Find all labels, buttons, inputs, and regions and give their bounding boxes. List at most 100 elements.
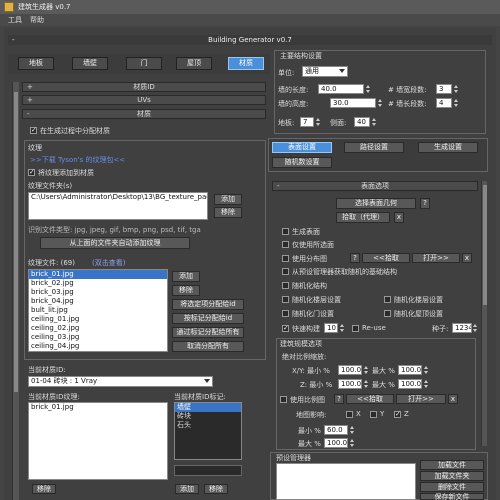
random-floor2-checkbox[interactable] — [384, 296, 391, 303]
fast-build-field[interactable]: 10 — [324, 323, 338, 333]
add-texture-checkbox[interactable] — [28, 168, 35, 176]
texture-remove-button[interactable]: 移除 — [32, 484, 56, 494]
use-ratio-checkbox[interactable] — [280, 396, 287, 403]
tab-generate-settings[interactable]: 生成设置 — [418, 142, 478, 153]
panel-collapse-icon[interactable]: - — [12, 35, 15, 45]
z-min-spinner[interactable] — [364, 380, 369, 388]
seed-spinner[interactable] — [473, 324, 478, 332]
map-clear-button[interactable]: x — [462, 253, 472, 263]
load-folder-button[interactable]: 加载文件夹 — [420, 471, 484, 481]
list-item[interactable]: ceiling_02.jpg — [29, 324, 167, 333]
height-segments-spinner[interactable] — [454, 99, 459, 107]
z-max-spinner[interactable] — [424, 380, 429, 388]
ratio-help-button[interactable]: ? — [334, 394, 344, 404]
list-item[interactable]: brick_04.jpg — [29, 297, 167, 306]
menu-tools[interactable]: 工具 — [8, 15, 22, 25]
wall-length-spinner[interactable] — [366, 85, 371, 93]
list-item[interactable]: ceiling_01.jpg — [29, 315, 167, 324]
sides-spinner[interactable] — [372, 118, 377, 126]
wall-length-field[interactable]: 40.0 — [318, 84, 364, 94]
wall-height-spinner[interactable] — [378, 99, 383, 107]
z-min-field[interactable]: 100.0 — [338, 379, 362, 389]
current-id-dropdown[interactable]: 01-04 砖块 : 1 Vray — [28, 376, 213, 387]
map-help-button[interactable]: ? — [350, 253, 360, 263]
fast-build-spinner[interactable] — [340, 324, 345, 332]
wall-segments-spinner[interactable] — [454, 85, 459, 93]
tab-door[interactable]: 门 — [126, 57, 162, 70]
xy-max-field[interactable]: 100.0 — [398, 365, 422, 375]
max-spinner[interactable] — [350, 439, 355, 447]
panel-header[interactable]: - Building Generator v0.7 — [8, 35, 492, 45]
assign-by-tag-button[interactable]: 按标记分配给id — [172, 313, 244, 324]
pick-proxy-button[interactable]: 拾取（代理） — [336, 212, 390, 223]
random-door-checkbox[interactable] — [282, 310, 289, 317]
menu-help[interactable]: 帮助 — [30, 15, 44, 25]
tag-remove-button[interactable]: 移除 — [204, 484, 228, 494]
group-material-id[interactable]: + 材质ID — [22, 82, 266, 92]
current-id-texture-list[interactable]: brick_01.jpg — [28, 402, 168, 480]
wall-segments-field[interactable]: 3 — [436, 84, 452, 94]
tag-add-button[interactable]: 添加 — [175, 484, 199, 494]
use-map-checkbox[interactable] — [282, 255, 289, 262]
list-item[interactable]: brick_01.jpg — [29, 403, 167, 412]
tab-path-settings[interactable]: 路径设置 — [344, 142, 404, 153]
units-dropdown[interactable]: 通用 — [302, 66, 348, 77]
seed-field[interactable]: 1234 — [452, 323, 472, 333]
unassign-all-button[interactable]: 取消分配所有 — [172, 341, 244, 352]
tab-surface-settings[interactable]: 表面设置 — [272, 142, 332, 153]
tab-roof[interactable]: 屋顶 — [176, 57, 212, 70]
xy-max-spinner[interactable] — [424, 366, 429, 374]
floors-field[interactable]: 7 — [300, 117, 314, 127]
tab-floor[interactable]: 地板 — [18, 57, 54, 70]
reuse-checkbox[interactable] — [352, 325, 359, 332]
folder-add-button[interactable]: 添加 — [214, 194, 242, 205]
delete-file-button[interactable]: 删除文件 — [420, 482, 484, 492]
group-material[interactable]: - 材质 — [22, 109, 266, 119]
use-selected-checkbox[interactable] — [282, 241, 289, 248]
from-preset-checkbox[interactable] — [282, 268, 289, 275]
list-item[interactable]: 墙壁 — [175, 403, 241, 412]
sides-field[interactable]: 40 — [354, 117, 370, 127]
list-item[interactable]: brick_02.jpg — [29, 279, 167, 288]
left-scrollbar[interactable] — [12, 82, 19, 500]
right-scrollbar[interactable] — [481, 181, 487, 446]
tag-input[interactable] — [174, 465, 242, 476]
list-item[interactable]: 石头 — [175, 421, 241, 430]
height-segments-field[interactable]: 4 — [436, 98, 452, 108]
clear-proxy-button[interactable]: x — [394, 212, 404, 223]
load-file-button[interactable]: 加载文件 — [420, 460, 484, 470]
list-item[interactable]: ceiling_03.jpg — [29, 333, 167, 342]
save-new-button[interactable]: 保存新文件 — [420, 493, 484, 500]
gen-surface-checkbox[interactable] — [282, 228, 289, 235]
help-button[interactable]: ? — [420, 198, 430, 209]
folder-path[interactable]: C:\Users\Administrator\Desktop\13\BG_tex… — [29, 193, 207, 202]
list-item[interactable]: brick_03.jpg — [29, 288, 167, 297]
scrollbar-thumb[interactable] — [483, 185, 487, 305]
xy-min-spinner[interactable] — [364, 366, 369, 374]
random-structure-checkbox[interactable] — [282, 282, 289, 289]
assign-all-by-tag-button[interactable]: 通过标记分配给所有 — [172, 327, 244, 338]
z-max-field[interactable]: 100.0 — [398, 379, 422, 389]
map-open-button[interactable]: 打开>> — [412, 253, 460, 263]
random-floor-checkbox[interactable] — [282, 296, 289, 303]
random-roof-checkbox[interactable] — [384, 310, 391, 317]
list-item[interactable]: brick_01.jpg — [29, 270, 167, 279]
folder-remove-button[interactable]: 移除 — [214, 207, 242, 218]
texture-folder-list[interactable]: C:\Users\Administrator\Desktop\13\BG_tex… — [28, 192, 208, 220]
file-remove-button[interactable]: 移除 — [172, 285, 200, 296]
axis-x-checkbox[interactable] — [346, 411, 353, 418]
tab-random-settings[interactable]: 随机数设置 — [272, 157, 332, 168]
assign-selected-button[interactable]: 将选定项分配给id — [172, 299, 244, 310]
list-item[interactable]: bult_lit.jpg — [29, 306, 167, 315]
download-texture-link[interactable]: >>下载 Tyson's 的纹理包<< — [30, 155, 125, 165]
select-surface-button[interactable]: 选择表面几何 — [336, 198, 416, 209]
max-field[interactable]: 100.0 — [324, 438, 348, 448]
list-item[interactable]: ceiling_04.jpg — [29, 342, 167, 351]
wall-height-field[interactable]: 30.0 — [330, 98, 376, 108]
min-field[interactable]: 60.0 — [324, 425, 348, 435]
xy-min-field[interactable]: 100.0 — [338, 365, 362, 375]
assign-during-gen-checkbox[interactable] — [30, 126, 37, 134]
fast-build-checkbox[interactable] — [282, 324, 289, 332]
axis-z-checkbox[interactable] — [394, 410, 401, 418]
surface-options-header[interactable]: - 表面选项 — [272, 181, 478, 191]
